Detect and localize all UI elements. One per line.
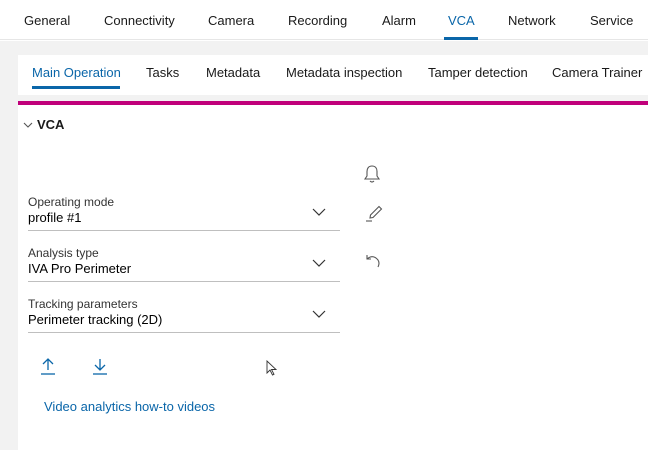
- tracking-parameters-value: Perimeter tracking (2D): [28, 312, 163, 327]
- analysis-type-select[interactable]: Analysis type IVA Pro Perimeter: [28, 246, 340, 282]
- tab-alarm[interactable]: Alarm: [382, 13, 416, 28]
- operating-mode-label: Operating mode: [28, 195, 115, 209]
- subtab-main-operation[interactable]: Main Operation: [32, 65, 121, 80]
- tab-recording[interactable]: Recording: [288, 13, 347, 28]
- mouse-cursor-icon: [266, 360, 278, 376]
- active-subtab-indicator: [32, 86, 120, 89]
- tab-connectivity[interactable]: Connectivity: [104, 13, 175, 28]
- analysis-type-label: Analysis type: [28, 246, 99, 260]
- sub-navigation: Main Operation Tasks Metadata Metadata i…: [18, 55, 648, 95]
- active-tab-indicator: [444, 37, 478, 40]
- tab-general[interactable]: General: [24, 13, 70, 28]
- chevron-down-icon: [312, 208, 326, 216]
- upload-icon[interactable]: [40, 356, 56, 376]
- tab-camera[interactable]: Camera: [208, 13, 254, 28]
- chevron-down-icon: [312, 310, 326, 318]
- tab-service[interactable]: Service: [590, 13, 633, 28]
- chevron-down-icon: [23, 122, 33, 128]
- subtab-tasks[interactable]: Tasks: [146, 65, 179, 80]
- operating-mode-value: profile #1: [28, 210, 82, 225]
- tracking-parameters-label: Tracking parameters: [28, 297, 138, 311]
- top-navigation: General Connectivity Camera Recording Al…: [0, 0, 648, 40]
- pencil-icon[interactable]: [364, 202, 386, 224]
- operating-mode-select[interactable]: Operating mode profile #1: [28, 195, 340, 231]
- download-icon[interactable]: [92, 356, 108, 376]
- tab-network[interactable]: Network: [508, 13, 556, 28]
- video-analytics-link[interactable]: Video analytics how-to videos: [44, 399, 215, 414]
- analysis-type-value: IVA Pro Perimeter: [28, 261, 132, 276]
- bell-icon[interactable]: [361, 163, 383, 185]
- chevron-down-icon: [312, 259, 326, 267]
- tracking-parameters-select[interactable]: Tracking parameters Perimeter tracking (…: [28, 297, 340, 333]
- section-title: VCA: [37, 117, 65, 132]
- subtab-metadata-inspection[interactable]: Metadata inspection: [286, 65, 402, 80]
- subtab-tamper-detection[interactable]: Tamper detection: [428, 65, 528, 80]
- undo-icon[interactable]: [362, 251, 384, 273]
- subtab-camera-trainer[interactable]: Camera Trainer: [552, 65, 642, 80]
- tab-vca[interactable]: VCA: [448, 13, 475, 28]
- subtab-metadata[interactable]: Metadata: [206, 65, 260, 80]
